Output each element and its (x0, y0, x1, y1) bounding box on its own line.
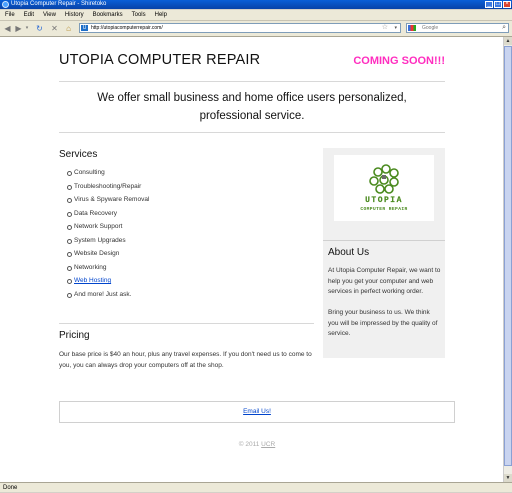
email-us-link[interactable]: Email Us! (243, 408, 271, 415)
close-icon[interactable]: × (503, 1, 511, 8)
about-paragraph-2: Bring your business to us. We think you … (328, 309, 438, 337)
navigation-toolbar: ◀ ▶ ▾ ↻ ✕ ⌂ U http://utopiacomputerrepai… (0, 21, 512, 37)
search-placeholder: Google (422, 25, 439, 31)
scroll-thumb[interactable] (504, 46, 512, 466)
vertical-scrollbar[interactable]: ▲ ▼ (503, 37, 512, 482)
email-box: Email Us! (59, 401, 455, 423)
sidebar-divider (323, 240, 445, 241)
service-item: Virus & Spyware Removal (67, 193, 149, 207)
services-heading: Services (59, 149, 98, 160)
scroll-down-icon[interactable]: ▼ (504, 474, 512, 482)
menu-history[interactable]: History (61, 10, 88, 20)
services-list: Consulting Troubleshooting/Repair Virus … (67, 166, 149, 301)
service-item: Website Design (67, 247, 149, 261)
ucr-link[interactable]: UCR (261, 441, 275, 448)
page-viewport: UTOPIA COMPUTER REPAIR COMING SOON!!! We… (0, 37, 503, 482)
web-hosting-link[interactable]: Web Hosting (74, 277, 111, 284)
about-text: At Utopia Computer Repair, we want to he… (328, 266, 442, 340)
menu-edit[interactable]: Edit (20, 10, 38, 20)
service-item: Data Recovery (67, 207, 149, 221)
footer: © 2011 UCR (59, 441, 455, 448)
maximize-icon[interactable]: □ (494, 1, 502, 8)
search-input[interactable]: Google ⌕ (406, 23, 509, 33)
menu-bookmarks[interactable]: Bookmarks (89, 10, 127, 20)
history-dropdown-icon[interactable]: ▾ (24, 23, 30, 34)
menu-bar: File Edit View History Bookmarks Tools H… (0, 10, 512, 21)
minimize-icon[interactable]: _ (485, 1, 493, 8)
home-icon[interactable]: ⌂ (63, 23, 74, 34)
browser-icon (2, 1, 9, 8)
search-engine-icon[interactable] (408, 25, 416, 31)
forward-arrow-icon[interactable]: ▶ (13, 23, 24, 34)
scroll-up-icon[interactable]: ▲ (504, 37, 512, 45)
url-bar[interactable]: U http://utopiacomputerrepair.com/ ☆ ▾ (79, 23, 401, 33)
stop-icon[interactable]: ✕ (49, 23, 60, 34)
reload-icon[interactable]: ↻ (34, 23, 45, 34)
url-dropdown-icon[interactable]: ▾ (394, 24, 397, 32)
tagline-line-1: We offer small business and home office … (97, 92, 407, 104)
menu-tools[interactable]: Tools (128, 10, 150, 20)
logo-subtext: COMPUTER REPAIR (360, 206, 407, 212)
window-title: Utopia Computer Repair - Shiretoko (11, 1, 107, 7)
back-arrow-icon[interactable]: ◀ (2, 23, 13, 34)
company-logo: UTOPIA COMPUTER REPAIR (334, 155, 434, 221)
tagline-divider (59, 132, 445, 133)
window-titlebar: Utopia Computer Repair - Shiretoko _ □ × (0, 0, 512, 9)
utopia-logo-icon: UTOPIA COMPUTER REPAIR (360, 164, 407, 212)
sidebar: UTOPIA COMPUTER REPAIR About Us At Utopi… (323, 148, 445, 358)
coming-soon-banner: COMING SOON!!! (353, 55, 445, 67)
pricing-divider (59, 323, 314, 324)
url-text: http://utopiacomputerrepair.com/ (91, 25, 163, 31)
menu-view[interactable]: View (39, 10, 60, 20)
copyright-text: © 2011 (238, 441, 260, 448)
about-paragraph-1: At Utopia Computer Repair, we want to he… (328, 267, 441, 295)
header-divider (59, 81, 445, 82)
tagline-line-2: professional service. (199, 110, 305, 122)
service-item: Network Support (67, 220, 149, 234)
service-item: Consulting (67, 166, 149, 180)
service-item: Troubleshooting/Repair (67, 180, 149, 194)
menu-help[interactable]: Help (151, 10, 171, 20)
service-item: And more! Just ask. (67, 288, 149, 302)
site-favicon-icon: U (81, 25, 88, 31)
service-item: Networking (67, 261, 149, 275)
search-icon[interactable]: ⌕ (502, 24, 506, 32)
about-heading: About Us (328, 247, 370, 258)
service-item-link: Web Hosting (67, 274, 149, 288)
bookmark-star-icon[interactable]: ☆ (382, 24, 388, 32)
page-title: UTOPIA COMPUTER REPAIR (59, 52, 261, 68)
pricing-text: Our base price is $40 an hour, plus any … (59, 351, 312, 369)
tagline: We offer small business and home office … (59, 89, 445, 125)
status-text: Done (3, 485, 18, 491)
service-item: System Upgrades (67, 234, 149, 248)
logo-text: UTOPIA (365, 196, 403, 205)
status-bar: Done (0, 482, 512, 492)
menu-file[interactable]: File (1, 10, 19, 20)
pricing-heading: Pricing (59, 330, 90, 341)
